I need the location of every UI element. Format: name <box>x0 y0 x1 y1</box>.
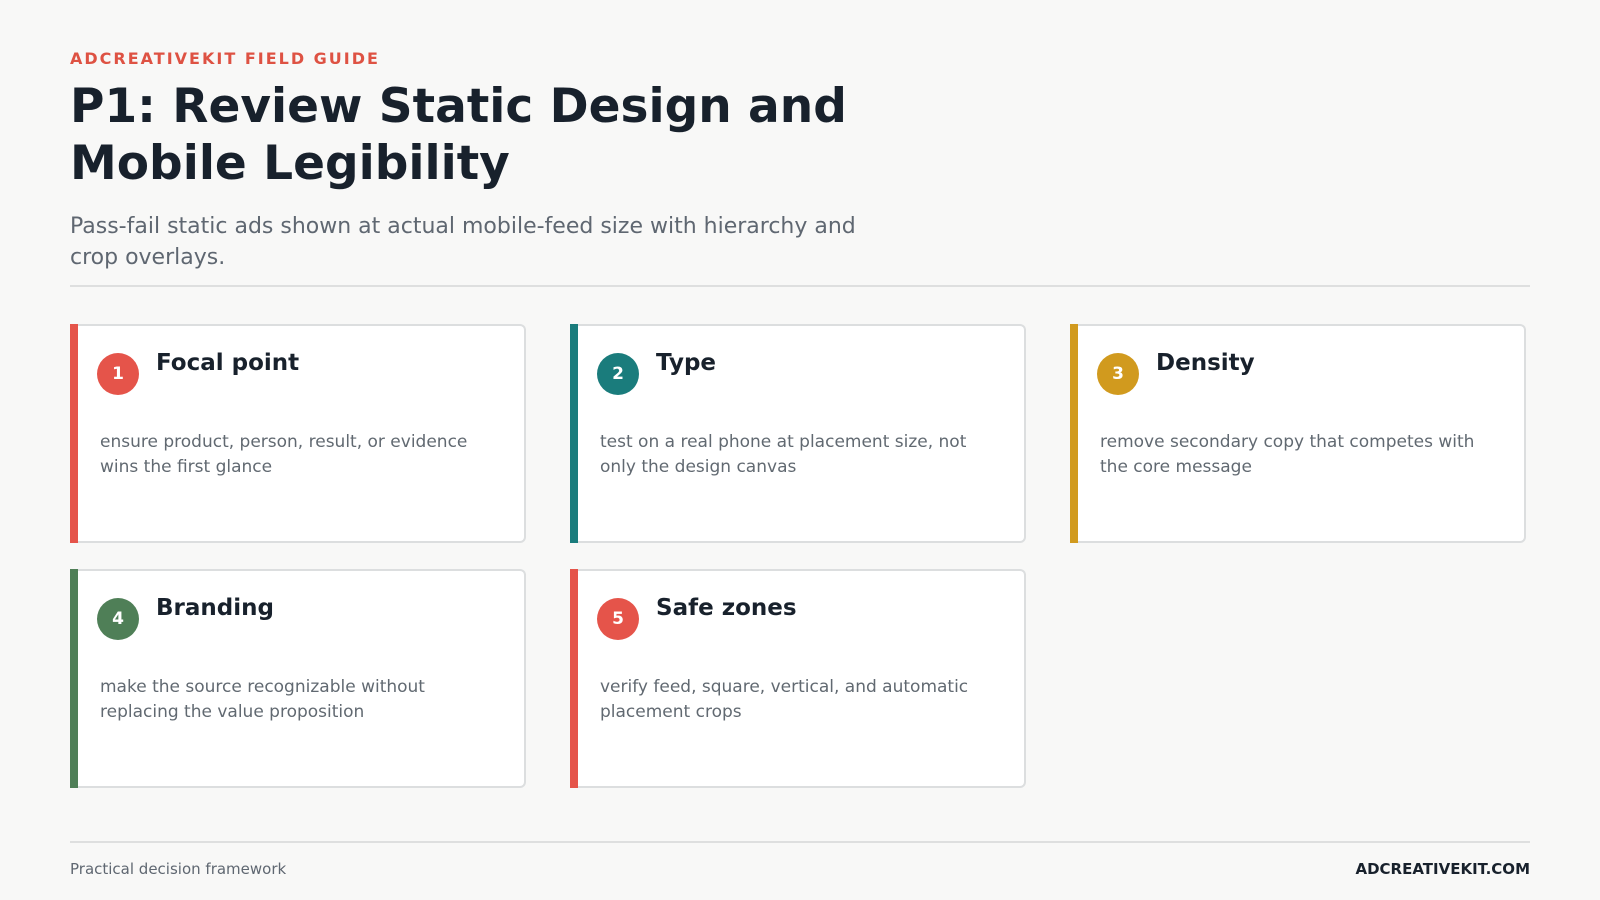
card-number-badge: 3 <box>1097 353 1139 395</box>
page-subtitle: Pass-fail static ads shown at actual mob… <box>70 214 856 270</box>
card-description: remove secondary copy that competes with… <box>1100 432 1475 477</box>
card-focal-point: 1 Focal point ensure product, person, re… <box>70 324 526 543</box>
footer-tagline: Practical decision framework <box>70 860 287 878</box>
footer-divider <box>70 841 1530 843</box>
card-branding: 4 Branding make the source recognizable … <box>70 569 526 788</box>
header-divider <box>70 285 1530 287</box>
card-safe-zones: 5 Safe zones verify feed, square, vertic… <box>570 569 1026 788</box>
card-description: ensure product, person, result, or evide… <box>100 432 468 477</box>
card-number-badge: 4 <box>97 598 139 640</box>
card-accent-bar <box>1070 324 1078 543</box>
guide-page: ADCREATIVEKIT FIELD GUIDE P1: Review Sta… <box>70 0 1530 900</box>
card-description: make the source recognizable without rep… <box>100 677 425 722</box>
card-number-badge: 1 <box>97 353 139 395</box>
card-accent-bar <box>70 569 78 788</box>
card-title: Safe zones <box>656 595 797 621</box>
card-density: 3 Density remove secondary copy that com… <box>1070 324 1526 543</box>
card-type: 2 Type test on a real phone at placement… <box>570 324 1026 543</box>
card-number-badge: 5 <box>597 598 639 640</box>
card-description: verify feed, square, vertical, and autom… <box>600 677 969 722</box>
eyebrow-label: ADCREATIVEKIT FIELD GUIDE <box>70 49 380 68</box>
card-title: Branding <box>156 595 274 621</box>
page-title: P1: Review Static Design and Mobile Legi… <box>70 79 847 191</box>
card-title: Focal point <box>156 350 300 376</box>
card-number-badge: 2 <box>597 353 639 395</box>
card-accent-bar <box>70 324 78 543</box>
footer-site-link[interactable]: ADCREATIVEKIT.COM <box>1355 860 1530 878</box>
card-description: test on a real phone at placement size, … <box>600 432 967 477</box>
card-title: Density <box>1156 350 1255 376</box>
card-title: Type <box>656 350 717 376</box>
card-accent-bar <box>570 324 578 543</box>
card-accent-bar <box>570 569 578 788</box>
